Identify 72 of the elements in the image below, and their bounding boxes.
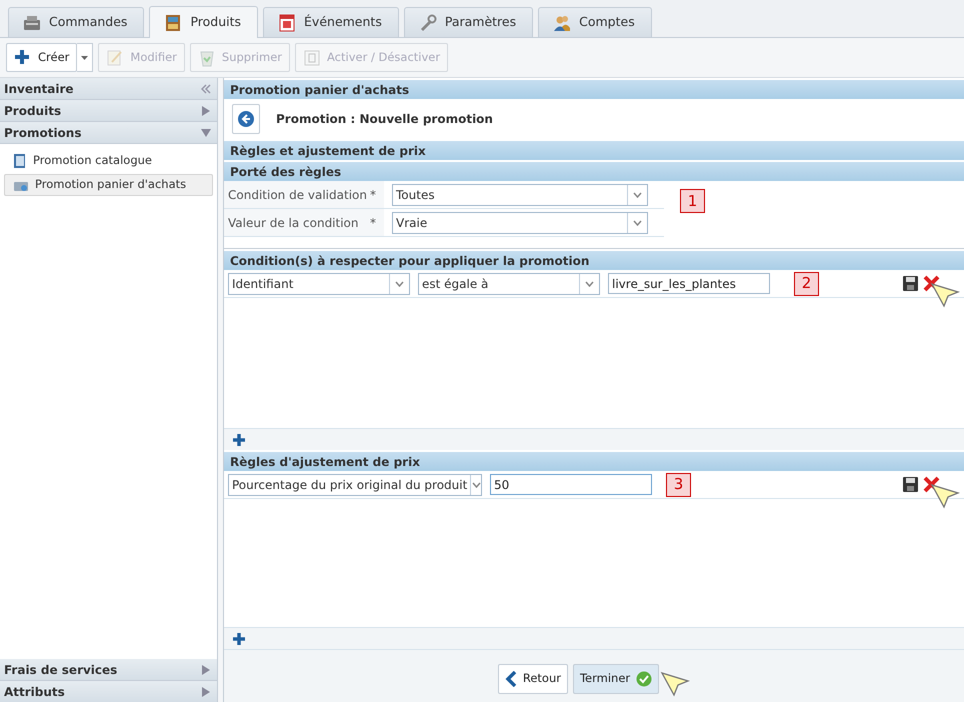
tab[interactable]: Paramètres bbox=[404, 7, 534, 37]
tab[interactable]: Événements bbox=[263, 7, 399, 37]
section-title: Inventaire bbox=[4, 80, 74, 98]
sidebar-header[interactable]: Frais de services bbox=[0, 659, 217, 681]
section-header: Porté des règles bbox=[224, 162, 964, 181]
section-title: Frais de services bbox=[4, 662, 118, 678]
callout-number: 2 bbox=[794, 272, 819, 296]
back-button[interactable] bbox=[232, 104, 260, 134]
caret-right-icon bbox=[201, 686, 211, 696]
caret-down-icon bbox=[81, 56, 88, 60]
select-field[interactable]: Vraie bbox=[392, 212, 648, 234]
chevron-down-icon bbox=[472, 482, 481, 488]
sidebar-item[interactable]: Promotion panier d'achats bbox=[4, 174, 213, 196]
shelf-icon bbox=[164, 14, 182, 32]
trash-bin-icon bbox=[198, 48, 216, 66]
document-icon bbox=[13, 153, 27, 169]
caret-right-icon bbox=[201, 106, 211, 116]
notepad-icon bbox=[106, 48, 124, 66]
footer-button[interactable]: Retour bbox=[498, 664, 568, 694]
sidebar-header[interactable]: Attributs bbox=[0, 681, 217, 702]
pointer-icon bbox=[660, 670, 690, 696]
double-chevron-icon bbox=[201, 84, 211, 94]
plus-icon bbox=[14, 48, 32, 66]
page-title: Promotion : Nouvelle promotion bbox=[276, 111, 493, 128]
text-field[interactable]: livre_sur_les_plantes bbox=[608, 273, 770, 294]
sidebar-header[interactable]: Promotions bbox=[0, 122, 217, 144]
close-icon bbox=[923, 275, 940, 292]
close-icon bbox=[923, 476, 940, 493]
select-field[interactable]: Pourcentage du prix original du produit bbox=[228, 474, 482, 496]
toolbar-button[interactable]: Créer bbox=[6, 43, 78, 72]
users-icon bbox=[553, 14, 572, 32]
add-icon bbox=[232, 432, 246, 446]
required-mark: * bbox=[370, 186, 376, 204]
chevron-left-icon bbox=[504, 670, 517, 686]
dropdown-button[interactable] bbox=[77, 43, 94, 72]
sidebar-header[interactable]: Produits bbox=[0, 100, 217, 122]
select-field[interactable]: Identifiant bbox=[228, 272, 410, 294]
tab[interactable]: Produits bbox=[149, 6, 258, 38]
section-title: Attributs bbox=[4, 684, 65, 700]
field-label: Condition de validation bbox=[228, 186, 367, 204]
tab[interactable]: Comptes bbox=[538, 7, 652, 37]
section-header: Condition(s) à respecter pour appliquer la promotion bbox=[224, 251, 964, 270]
chevron-down-icon bbox=[585, 280, 594, 286]
text-field[interactable]: 50 bbox=[490, 474, 652, 495]
select-field[interactable]: est égale à bbox=[418, 272, 600, 294]
chevron-down-icon bbox=[633, 192, 642, 198]
cash-register-icon bbox=[23, 14, 41, 32]
section-header: Règles d'ajustement de prix bbox=[224, 452, 964, 471]
wrench-icon bbox=[418, 14, 437, 32]
section-title: Produits bbox=[4, 102, 62, 120]
sidebar-header[interactable]: Inventaire bbox=[0, 78, 217, 100]
field-label: Valeur de la condition bbox=[228, 214, 358, 232]
footer-button[interactable]: Terminer bbox=[572, 664, 660, 694]
required-mark: * bbox=[370, 214, 376, 232]
sidebar-item[interactable]: Promotion catalogue bbox=[4, 150, 213, 172]
caret-right-icon bbox=[201, 664, 211, 674]
toggle-icon bbox=[303, 48, 322, 66]
chevron-down-icon bbox=[633, 220, 642, 226]
calendar-icon bbox=[278, 14, 296, 32]
select-field[interactable]: Toutes bbox=[392, 184, 648, 206]
section-header: Règles et ajustement de prix bbox=[224, 141, 964, 160]
callout-number: 3 bbox=[666, 472, 691, 496]
check-circle-icon bbox=[636, 670, 652, 686]
pointer-icon bbox=[930, 482, 960, 508]
callout-number: 1 bbox=[680, 189, 705, 213]
tab[interactable]: Commandes bbox=[8, 7, 144, 37]
chevron-down-icon bbox=[395, 280, 404, 286]
section-header: Promotion panier d'achats bbox=[224, 80, 964, 99]
pointer-icon bbox=[930, 282, 960, 308]
caret-down-icon bbox=[201, 128, 211, 138]
section-title: Promotions bbox=[4, 124, 82, 142]
add-icon bbox=[232, 632, 246, 646]
